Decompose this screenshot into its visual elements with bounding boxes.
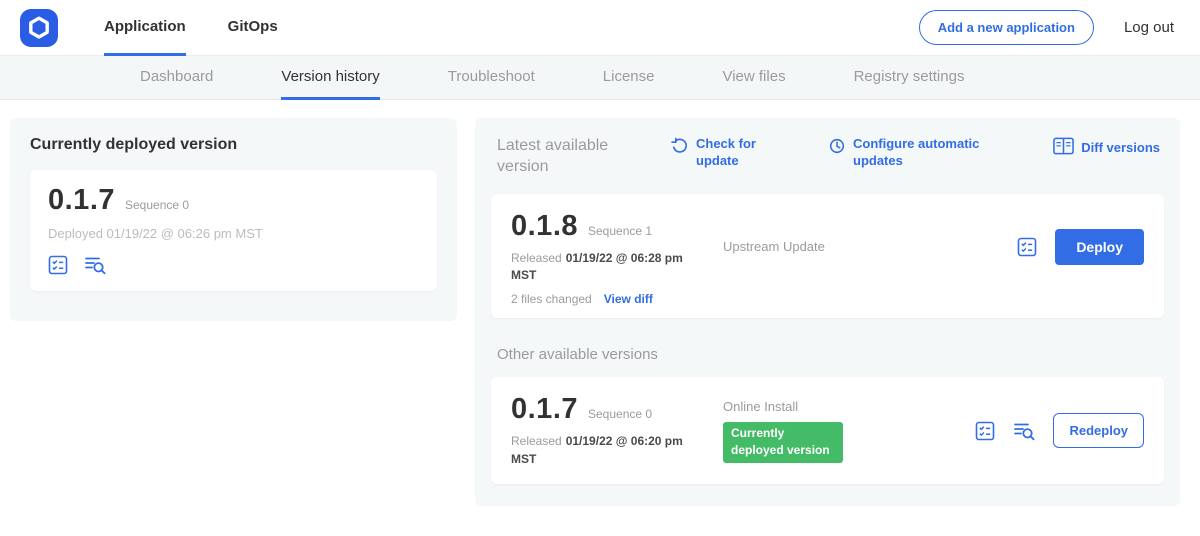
tab-application-label: Application	[104, 18, 186, 35]
other-version-number-row: 0.1.7 Sequence 0	[511, 393, 723, 426]
tab-gitops[interactable]: GitOps	[228, 0, 278, 56]
release-notes-icon[interactable]	[975, 421, 995, 441]
latest-version-card: 0.1.8 Sequence 1 Released01/19/22 @ 06:2…	[491, 194, 1164, 319]
subnav-version-history[interactable]: Version history	[281, 56, 379, 100]
latest-version-number-row: 0.1.8 Sequence 1	[511, 210, 723, 243]
latest-released-timestamp: Released01/19/22 @ 06:28 pm MST	[511, 250, 686, 285]
diff-versions-icon	[1053, 136, 1074, 160]
clock-icon	[828, 136, 846, 160]
release-notes-icon[interactable]	[1017, 237, 1037, 257]
other-version-row: 0.1.7 Sequence 0 Released01/19/22 @ 06:2…	[511, 393, 1144, 468]
available-versions-panel: Latest available version Check for updat…	[475, 118, 1180, 506]
install-type-column: Online Install Currently deployed versio…	[723, 399, 875, 463]
configure-automatic-updates-link[interactable]: Configure automatic updates	[828, 136, 985, 170]
latest-source-label: Upstream Update	[723, 239, 825, 254]
other-sequence-label: Sequence 0	[588, 407, 652, 421]
diff-versions-link[interactable]: Diff versions	[1053, 136, 1160, 160]
latest-sequence-label: Sequence 1	[588, 224, 652, 238]
latest-version-info: 0.1.8 Sequence 1 Released01/19/22 @ 06:2…	[511, 210, 723, 285]
top-nav-actions: Add a new application Log out	[919, 10, 1174, 45]
redeploy-button[interactable]: Redeploy	[1053, 413, 1144, 448]
logout-link[interactable]: Log out	[1124, 19, 1174, 36]
files-changed-label: 2 files changed	[511, 292, 592, 306]
admin-console: Application GitOps Add a new application…	[0, 0, 1200, 506]
other-version-actions: Redeploy	[975, 413, 1144, 448]
check-for-update-link[interactable]: Check for update	[671, 136, 768, 170]
configure-automatic-updates-label: Configure automatic updates	[853, 136, 985, 170]
other-released-timestamp: Released01/19/22 @ 06:20 pm MST	[511, 433, 686, 468]
file-diff-icon[interactable]	[1013, 421, 1035, 441]
latest-available-title: Latest available version	[497, 136, 647, 178]
diff-versions-label: Diff versions	[1081, 140, 1160, 157]
latest-version-row: 0.1.8 Sequence 1 Released01/19/22 @ 06:2…	[511, 210, 1144, 285]
check-for-update-label: Check for update	[696, 136, 768, 170]
other-version-info: 0.1.7 Sequence 0 Released01/19/22 @ 06:2…	[511, 393, 723, 468]
released-prefix: Released	[511, 251, 562, 265]
deployed-version-number: 0.1.7	[48, 184, 115, 217]
tab-gitops-label: GitOps	[228, 18, 278, 35]
add-application-button[interactable]: Add a new application	[919, 10, 1094, 45]
top-nav: Application GitOps Add a new application…	[0, 0, 1200, 56]
app-sub-nav: Dashboard Version history Troubleshoot L…	[0, 56, 1200, 100]
currently-deployed-panel: Currently deployed version 0.1.7 Sequenc…	[10, 118, 457, 321]
latest-version-header: Latest available version Check for updat…	[491, 134, 1164, 178]
released-prefix: Released	[511, 434, 562, 448]
refresh-icon	[671, 136, 689, 160]
currently-deployed-badge: Currently deployed version	[723, 422, 843, 463]
other-version-number: 0.1.7	[511, 393, 578, 426]
deployed-version-card: 0.1.7 Sequence 0 Deployed 01/19/22 @ 06:…	[30, 170, 437, 291]
latest-version-actions: Deploy	[1017, 229, 1144, 265]
install-type-label: Online Install	[723, 399, 875, 414]
deployed-version-row: 0.1.7 Sequence 0	[48, 184, 419, 217]
other-available-versions-title: Other available versions	[497, 346, 1164, 363]
subnav-troubleshoot[interactable]: Troubleshoot	[448, 56, 535, 100]
files-changed-row: 2 files changed View diff	[511, 292, 1144, 306]
currently-deployed-title: Currently deployed version	[30, 136, 437, 154]
view-diff-link[interactable]: View diff	[604, 292, 653, 306]
tab-application[interactable]: Application	[104, 0, 186, 56]
version-history-page: Currently deployed version 0.1.7 Sequenc…	[0, 100, 1200, 506]
subnav-license[interactable]: License	[603, 56, 655, 100]
app-logo-icon[interactable]	[20, 9, 58, 47]
top-tabs: Application GitOps	[104, 0, 320, 56]
subnav-registry-settings[interactable]: Registry settings	[854, 56, 965, 100]
deploy-button[interactable]: Deploy	[1055, 229, 1144, 265]
subnav-view-files[interactable]: View files	[722, 56, 785, 100]
deployed-card-actions	[48, 255, 419, 275]
latest-version-number: 0.1.8	[511, 210, 578, 243]
deployed-sequence-label: Sequence 0	[125, 198, 189, 212]
subnav-dashboard[interactable]: Dashboard	[140, 56, 213, 100]
file-diff-icon[interactable]	[84, 255, 106, 275]
deployed-timestamp: Deployed 01/19/22 @ 06:26 pm MST	[48, 226, 419, 241]
other-version-card: 0.1.7 Sequence 0 Released01/19/22 @ 06:2…	[491, 377, 1164, 484]
release-notes-icon[interactable]	[48, 255, 68, 275]
